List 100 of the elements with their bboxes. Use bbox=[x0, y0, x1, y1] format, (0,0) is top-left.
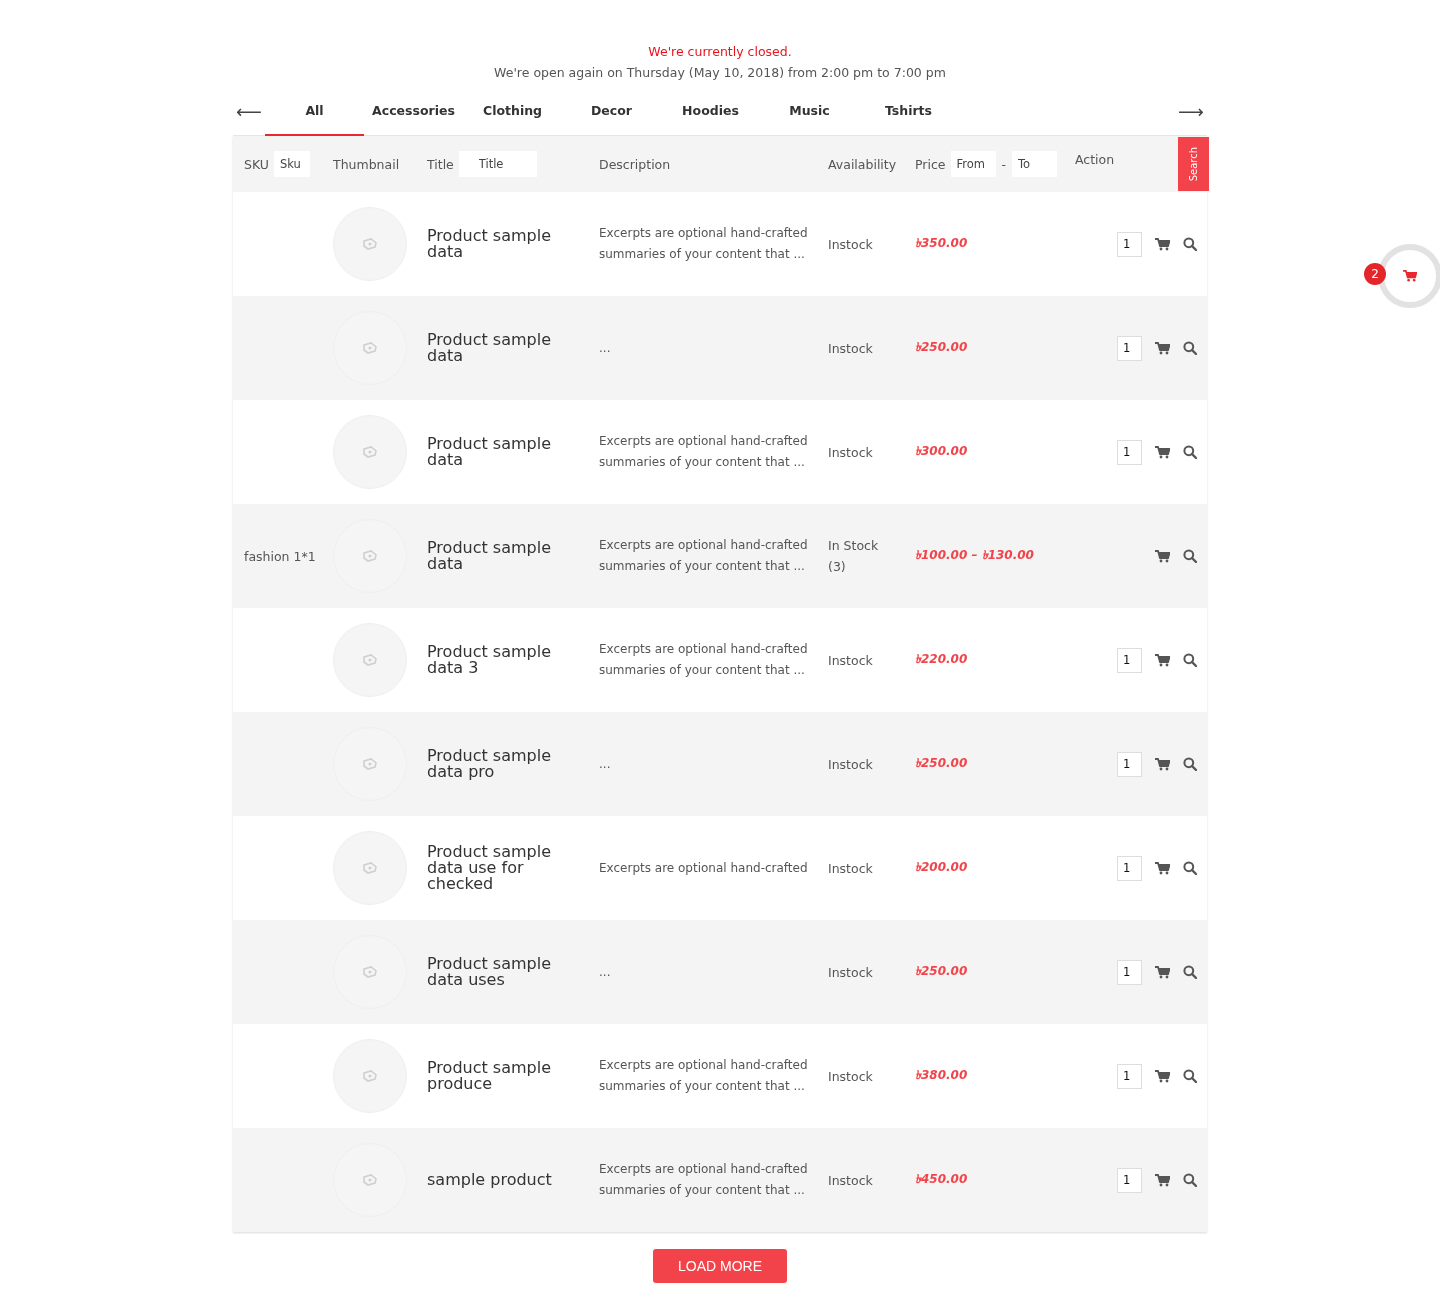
sku-field[interactable]: Sku bbox=[273, 151, 310, 177]
search-icon[interactable] bbox=[1183, 965, 1197, 979]
product-title[interactable]: Product sample data bbox=[427, 540, 577, 572]
quantity-field[interactable]: 1 bbox=[1117, 439, 1142, 465]
quantity-field[interactable]: 1 bbox=[1117, 959, 1142, 985]
image-placeholder-icon bbox=[362, 446, 378, 458]
product-description: Excerpts are optional hand-crafted bbox=[599, 859, 809, 877]
product-description: Excerpts are optional hand-crafted summaries of your content that ... bbox=[599, 1161, 809, 1199]
search-icon[interactable] bbox=[1183, 549, 1197, 563]
search-icon[interactable] bbox=[1183, 861, 1197, 875]
title-label: Title bbox=[427, 156, 454, 172]
cart-count-badge: 2 bbox=[1364, 263, 1386, 285]
cart-icon[interactable] bbox=[1155, 757, 1170, 771]
category-tab[interactable]: Hoodies bbox=[661, 87, 760, 136]
product-price: ৳200.00 bbox=[915, 860, 968, 874]
product-price: ৳100.00 – ৳130.00 bbox=[915, 548, 1034, 562]
product-description: ... bbox=[599, 755, 612, 773]
product-title[interactable]: Product sample data bbox=[427, 436, 577, 468]
product-price: ৳250.00 bbox=[915, 756, 968, 770]
availability-text: Instock bbox=[828, 339, 874, 358]
quantity-field[interactable]: 1 bbox=[1117, 1063, 1142, 1089]
reopen-notice: We're open again on Thursday (May 10, 2018) from 2:00 pm to 7:00 pm bbox=[494, 64, 946, 82]
cart-icon[interactable] bbox=[1155, 965, 1170, 979]
quantity-field[interactable]: 1 bbox=[1117, 231, 1142, 257]
quantity-field[interactable]: 1 bbox=[1117, 751, 1142, 777]
closed-notice: We're currently closed. bbox=[648, 43, 792, 61]
cart-icon[interactable] bbox=[1155, 549, 1170, 563]
cart-icon[interactable] bbox=[1155, 653, 1170, 667]
category-tab[interactable]: Decor bbox=[562, 87, 661, 136]
search-button[interactable]: Search bbox=[1178, 137, 1209, 191]
quantity-field[interactable]: 1 bbox=[1117, 1167, 1142, 1193]
product-description: ... bbox=[599, 339, 612, 357]
image-placeholder-icon bbox=[362, 1070, 378, 1082]
cart-icon[interactable] bbox=[1155, 341, 1170, 355]
action-label: Action bbox=[1075, 151, 1115, 167]
sku-label: SKU bbox=[244, 156, 269, 172]
image-placeholder-icon bbox=[362, 862, 378, 874]
load-more-button[interactable]: LOAD MORE bbox=[653, 1249, 787, 1283]
search-icon[interactable] bbox=[1183, 237, 1197, 251]
image-placeholder-icon bbox=[362, 238, 378, 250]
thumbnail-label: Thumbnail bbox=[333, 156, 400, 172]
category-tab[interactable]: Clothing bbox=[463, 87, 562, 136]
image-placeholder-icon bbox=[362, 550, 378, 562]
cart-icon[interactable] bbox=[1155, 237, 1170, 251]
availability-text: Instock bbox=[828, 235, 874, 254]
cart-icon[interactable] bbox=[1155, 445, 1170, 459]
description-label: Description bbox=[599, 156, 671, 172]
quantity-field[interactable]: 1 bbox=[1117, 647, 1142, 673]
product-title[interactable]: Product sample data use for checked bbox=[427, 844, 577, 892]
availability-text: In Stock (3) bbox=[828, 537, 880, 576]
availability-text: Instock bbox=[828, 1067, 874, 1086]
cart-icon[interactable] bbox=[1155, 1173, 1170, 1187]
product-price: ৳450.00 bbox=[915, 1172, 968, 1186]
price-from-field[interactable]: From bbox=[950, 151, 996, 177]
product-description: Excerpts are optional hand-crafted summaries of your content that ... bbox=[599, 537, 809, 575]
product-title[interactable]: Product sample data pro bbox=[427, 748, 577, 780]
product-title[interactable]: Product sample data uses bbox=[427, 956, 577, 988]
product-title[interactable]: Product sample data bbox=[427, 228, 577, 260]
image-placeholder-icon bbox=[362, 342, 378, 354]
product-price: ৳350.00 bbox=[915, 236, 968, 250]
product-description: ... bbox=[599, 963, 612, 981]
search-icon[interactable] bbox=[1183, 1069, 1197, 1083]
image-placeholder-icon bbox=[362, 1174, 378, 1186]
product-title[interactable]: Product sample data 3 bbox=[427, 644, 577, 676]
product-title[interactable]: Product sample data bbox=[427, 332, 577, 364]
product-price: ৳380.00 bbox=[915, 1068, 968, 1082]
image-placeholder-icon bbox=[362, 654, 378, 666]
price-label: Price bbox=[915, 156, 946, 172]
availability-text: Instock bbox=[828, 443, 874, 462]
product-price: ৳250.00 bbox=[915, 340, 968, 354]
availability-text: Instock bbox=[828, 1171, 874, 1190]
product-price: ৳300.00 bbox=[915, 444, 968, 458]
product-title[interactable]: Product sample produce bbox=[427, 1060, 577, 1092]
product-title[interactable]: sample product bbox=[427, 1172, 577, 1188]
availability-label: Availability bbox=[828, 156, 897, 172]
product-price: ৳220.00 bbox=[915, 652, 968, 666]
search-icon[interactable] bbox=[1183, 1173, 1197, 1187]
image-placeholder-icon bbox=[362, 966, 378, 978]
search-icon[interactable] bbox=[1183, 757, 1197, 771]
image-placeholder-icon bbox=[362, 758, 378, 770]
quantity-field[interactable]: 1 bbox=[1117, 855, 1142, 881]
title-field[interactable]: Title bbox=[458, 151, 537, 177]
product-description: Excerpts are optional hand-crafted summaries of your content that ... bbox=[599, 1057, 809, 1095]
search-icon[interactable] bbox=[1183, 653, 1197, 667]
category-tab[interactable]: Music bbox=[760, 87, 859, 136]
availability-text: Instock bbox=[828, 963, 874, 982]
availability-text: Instock bbox=[828, 755, 874, 774]
category-tab[interactable]: Accessories bbox=[364, 87, 463, 136]
availability-text: Instock bbox=[828, 651, 874, 670]
availability-text: Instock bbox=[828, 859, 874, 878]
cart-icon[interactable] bbox=[1155, 1069, 1170, 1083]
sku-text: fashion 1*1 bbox=[244, 548, 316, 564]
category-tab[interactable]: Tshirts bbox=[859, 87, 958, 136]
search-icon[interactable] bbox=[1183, 445, 1197, 459]
search-icon[interactable] bbox=[1183, 341, 1197, 355]
price-to-field[interactable]: To bbox=[1012, 151, 1057, 177]
cart-icon[interactable] bbox=[1155, 861, 1170, 875]
product-description: Excerpts are optional hand-crafted summaries of your content that ... bbox=[599, 225, 809, 263]
cart-icon bbox=[1403, 270, 1417, 282]
quantity-field[interactable]: 1 bbox=[1117, 335, 1142, 361]
